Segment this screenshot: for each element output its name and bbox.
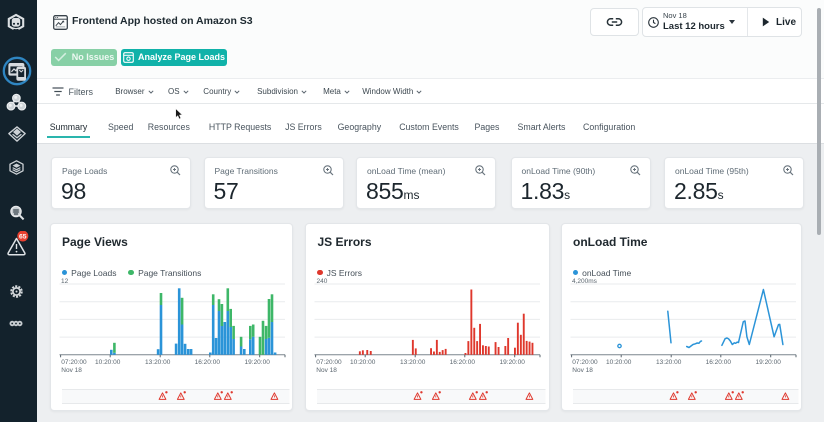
svg-text:Nov 18: Nov 18	[61, 367, 82, 374]
svg-text:Nov 18: Nov 18	[316, 367, 337, 374]
svg-text:10:20:00: 10:20:00	[95, 359, 121, 366]
svg-text:19:20:00: 19:20:00	[244, 359, 270, 366]
svg-text:07:20:00: 07:20:00	[572, 359, 598, 366]
svg-text:19:20:00: 19:20:00	[500, 359, 526, 366]
svg-text:07:20:00: 07:20:00	[316, 359, 342, 366]
svg-text:19:20:00: 19:20:00	[755, 359, 781, 366]
svg-text:13:20:00: 13:20:00	[656, 359, 682, 366]
svg-text:16:20:00: 16:20:00	[194, 359, 220, 366]
svg-text:16:20:00: 16:20:00	[450, 359, 476, 366]
svg-text:07:20:00: 07:20:00	[61, 359, 87, 366]
svg-text:13:20:00: 13:20:00	[145, 359, 171, 366]
svg-text:13:20:00: 13:20:00	[400, 359, 426, 366]
svg-text:10:20:00: 10:20:00	[350, 359, 376, 366]
svg-text:65: 65	[19, 233, 27, 240]
svg-text:10:20:00: 10:20:00	[606, 359, 632, 366]
svg-text:Nov 18: Nov 18	[572, 367, 593, 374]
svg-text:16:20:00: 16:20:00	[705, 359, 731, 366]
